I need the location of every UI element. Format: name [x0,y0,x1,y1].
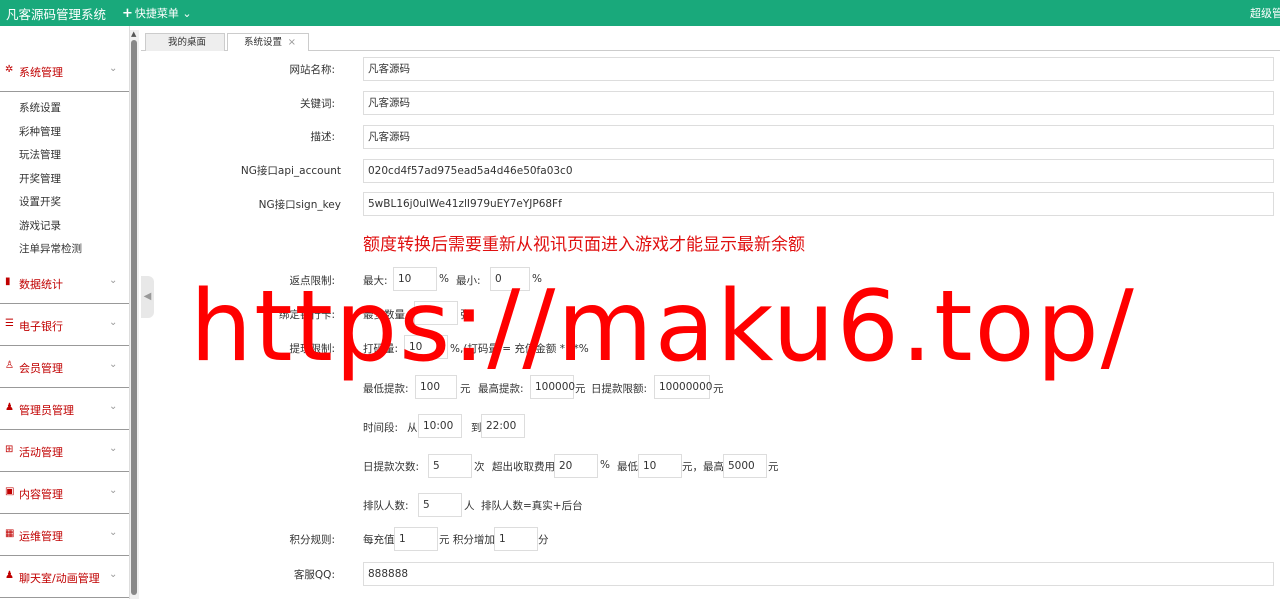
sidebar-group-content[interactable]: ▣ 内容管理 ⌄ [0,472,129,514]
daily-times-input[interactable]: 5 [428,454,472,478]
qq-label: 客服QQ: [293,569,335,581]
sidebar-group-label: 系统管理 [19,66,63,79]
sign-key-label: NG接口sign_key [258,199,341,211]
balance-notice: 额度转换后需要重新从视讯页面进入游戏才能显示最新余额 [363,235,805,255]
sidebar-group-label: 数据统计 [19,278,63,291]
sign-key-input[interactable]: 5wBL16j0ulWe41zlI979uEY7eYJP68Ff [363,192,1274,216]
user-menu[interactable]: 超级管 [1250,5,1280,21]
to-label: 到 [471,422,482,434]
chevron-down-icon: ⌄ [109,527,118,538]
fee-min-label: 最低 [617,461,638,473]
keywords-label: 关键词: [299,98,335,110]
queue-input[interactable]: 5 [418,493,462,517]
sidebar: ✲ 系统管理 ⌄ 系统设置 彩种管理 玩法管理 开奖管理 设置开奖 游戏记录 注… [0,26,130,599]
fee-max-label: 元，最高 [682,461,724,473]
chevron-down-icon: ⌄ [109,359,118,370]
sidebar-group-stats[interactable]: ▮ 数据统计 ⌄ [0,262,129,304]
sidebar-group-system[interactable]: ✲ 系统管理 ⌄ [0,50,129,92]
close-icon[interactable]: × [288,34,296,51]
quick-menu-button[interactable]: + 快捷菜单 ⌄ [122,5,192,21]
chevron-down-icon: ⌄ [109,485,118,496]
yuan-unit: 元 [768,461,779,473]
queue-note: 排队人数=真实+后台 [481,500,583,512]
bar-chart-icon: ▮ [5,276,11,287]
fee-max-input[interactable]: 5000 [723,454,767,478]
queue-label: 排队人数: [363,500,409,512]
sidebar-item-game-record[interactable]: 游戏记录 [19,218,61,233]
chevron-down-icon: ⌄ [109,275,118,286]
keywords-input[interactable]: 凡客源码 [363,91,1274,115]
user-icon: ♟ [5,570,14,581]
queue-unit: 人 [464,500,475,512]
sidebar-item-draw[interactable]: 开奖管理 [19,171,61,186]
top-bar: 凡客源码管理系统 + 快捷菜单 ⌄ 超级管 [0,0,1280,26]
user-icon: ♟ [5,402,14,413]
points-recharge-input[interactable]: 1 [394,527,438,551]
url-watermark: https://maku6.top/ [190,270,1136,384]
app-title: 凡客源码管理系统 [6,7,107,22]
qq-input[interactable]: 888888 [363,562,1274,586]
times-unit: 次 [474,461,485,473]
sidebar-group-label: 管理员管理 [19,404,74,417]
sidebar-item-lottery[interactable]: 彩种管理 [19,124,61,139]
site-name-label: 网站名称: [289,64,335,76]
tool-icon: ▦ [5,528,15,539]
sidebar-item-play[interactable]: 玩法管理 [19,147,61,162]
sidebar-group-label: 内容管理 [19,488,63,501]
points-label: 积分规则: [289,534,335,546]
sidebar-group-label: 活动管理 [19,446,63,459]
chevron-down-icon: ⌄ [109,317,118,328]
desc-label: 描述: [310,131,335,143]
inbox-icon: ▣ [5,486,15,497]
tab-label: 系统设置 [244,37,283,48]
sidebar-group-bank[interactable]: ☰ 电子银行 ⌄ [0,304,129,346]
tab-desktop[interactable]: 我的桌面 [145,33,225,51]
site-name-input[interactable]: 凡客源码 [363,57,1274,81]
gift-icon: ⊞ [5,444,14,455]
sidebar-item-set-draw[interactable]: 设置开奖 [19,194,61,209]
sidebar-group-label: 聊天室/动画管理 [19,572,100,585]
api-account-input[interactable]: 020cd4f57ad975ead5a4d46e50fa03c0 [363,159,1274,183]
fee-min-input[interactable]: 10 [638,454,682,478]
from-time-input[interactable]: 10:00 [418,414,462,438]
list-icon: ☰ [5,318,14,329]
tab-bar: 我的桌面 系统设置 × [141,30,1280,51]
from-label: 从 [407,422,418,434]
sidebar-group-label: 运维管理 [19,530,63,543]
user-outline-icon: ♙ [5,360,14,371]
gear-icon: ✲ [5,64,14,75]
points-unit: 分 [538,534,549,546]
chevron-down-icon: ⌄ [109,443,118,454]
points-add-label: 元 积分增加 [439,534,495,546]
tab-label: 我的桌面 [168,37,207,48]
tab-system-settings[interactable]: 系统设置 × [227,33,309,51]
excess-fee-input[interactable]: 20 [554,454,598,478]
sidebar-item-bet-anomaly[interactable]: 注单异常检测 [19,241,82,256]
daily-times-label: 日提款次数: [363,461,420,473]
chevron-down-icon: ⌄ [109,63,118,74]
sidebar-group-label: 电子银行 [19,320,63,333]
sidebar-item-system-settings[interactable]: 系统设置 [19,100,61,115]
chevron-down-icon: ⌄ [109,569,118,580]
sidebar-group-admins[interactable]: ♟ 管理员管理 ⌄ [0,388,129,430]
chevron-down-icon: ⌄ [182,7,192,20]
percent-unit: % [600,459,610,471]
chevron-down-icon: ⌄ [109,401,118,412]
sidebar-group-members[interactable]: ♙ 会员管理 ⌄ [0,346,129,388]
sidebar-group-ops[interactable]: ▦ 运维管理 ⌄ [0,514,129,556]
points-recharge-label: 每充值 [363,534,395,546]
desc-input[interactable]: 凡客源码 [363,125,1274,149]
scroll-up-icon[interactable]: ▲ [131,30,136,38]
excess-fee-label: 超出收取费用 [492,461,555,473]
sidebar-group-chat[interactable]: ♟ 聊天室/动画管理 ⌄ [0,556,129,598]
quick-menu-label: 快捷菜单 [134,7,179,20]
points-add-input[interactable]: 1 [494,527,538,551]
chevron-left-icon: ◀ [143,291,152,302]
api-account-label: NG接口api_account [240,165,341,177]
period-label: 时间段: [363,422,399,434]
plus-icon: + [122,6,133,21]
sidebar-group-label: 会员管理 [19,362,63,375]
sidebar-group-activity[interactable]: ⊞ 活动管理 ⌄ [0,430,129,472]
to-time-input[interactable]: 22:00 [481,414,525,438]
